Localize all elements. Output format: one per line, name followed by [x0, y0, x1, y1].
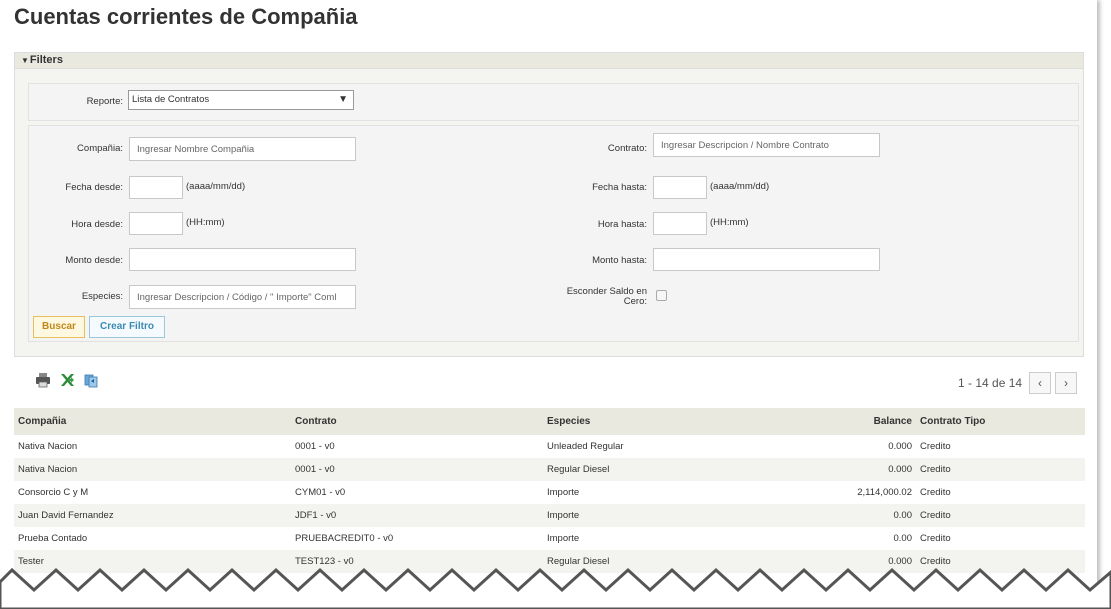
especies-label: Especies: [81, 291, 123, 302]
cell-contrato: CYM01 - v0 [295, 487, 346, 498]
cell-balance: 0.000 [799, 458, 916, 481]
cell-especies: Regular Diesel [543, 458, 799, 481]
pager-prev-button[interactable]: ‹ [1029, 372, 1051, 394]
cell-contrato-tipo: Credito [920, 441, 951, 452]
hora-desde-label: Hora desde: [71, 219, 123, 230]
monto-hasta-input[interactable] [653, 248, 880, 271]
column-header-compania[interactable]: Compañia [14, 408, 291, 435]
cell-balance: 0.00 [893, 533, 913, 544]
caret-down-icon: ▼ [21, 56, 29, 65]
cell-especies: Unleaded Regular [547, 441, 624, 452]
cell-compania: Consorcio C y M [18, 487, 89, 498]
cell-balance: 2,114,000.02 [857, 487, 912, 498]
hora-hasta-hint: (HH:mm) [710, 217, 749, 228]
cell-balance: 0.000 [888, 441, 912, 452]
contrato-input[interactable] [653, 133, 880, 157]
buscar-button[interactable]: Buscar [33, 316, 85, 338]
refresh-icon[interactable] [83, 372, 99, 388]
column-header-contrato[interactable]: Contrato [291, 408, 543, 435]
table-row[interactable]: Juan David Fernandez JDF1 - v0 Importe 0… [14, 504, 1085, 527]
cell-especies: Importe [543, 504, 799, 527]
reporte-label: Reporte: [86, 96, 123, 107]
column-header-especies[interactable]: Especies [543, 408, 799, 435]
fecha-desde-hint: (aaaa/mm/dd) [186, 181, 246, 192]
cell-contrato-tipo: Credito [920, 533, 951, 544]
fecha-desde-label: Fecha desde: [65, 182, 123, 193]
cell-compania: Nativa Nacion [18, 441, 78, 452]
page-title: Cuentas corrientes de Compañia [14, 4, 358, 29]
monto-hasta-label: Monto hasta: [592, 255, 647, 266]
table-row[interactable]: Prueba Contado PRUEBACREDIT0 - v0 Import… [14, 527, 1085, 550]
page: Cuentas corrientes de Compañia ▼Filters … [0, 0, 1097, 609]
cell-especies: Importe [547, 533, 580, 544]
hora-hasta-label: Hora hasta: [597, 219, 647, 230]
esconder-saldo-label-line2: Cero: [623, 296, 647, 307]
cell-contrato: 0001 - v0 [291, 458, 543, 481]
especies-input[interactable] [129, 285, 356, 309]
pager-next-button[interactable]: › [1055, 372, 1077, 394]
cell-contrato: PRUEBACREDIT0 - v0 [295, 533, 394, 544]
monto-desde-label: Monto desde: [65, 255, 123, 266]
esconder-saldo-label: Esconder Saldo en Cero: [540, 287, 647, 307]
monto-desde-input[interactable] [129, 248, 356, 271]
column-header-balance[interactable]: Balance [799, 408, 916, 435]
cell-contrato: 0001 - v0 [295, 441, 335, 452]
cell-compania: Nativa Nacion [14, 458, 291, 481]
fecha-hasta-label: Fecha hasta: [592, 182, 647, 193]
filters-toggle[interactable]: ▼Filters [15, 53, 1083, 69]
esconder-saldo-checkbox[interactable] [656, 290, 667, 301]
torn-edge-decoration [0, 567, 1111, 609]
accounts-table: Compañia Contrato Especies Balance Contr… [14, 408, 1085, 573]
reporte-select[interactable]: Lista de Contratos ▼ [128, 90, 354, 110]
cell-contrato-tipo: Credito [920, 487, 951, 498]
cell-compania: Juan David Fernandez [14, 504, 291, 527]
cell-compania: Prueba Contado [18, 533, 88, 544]
table-row[interactable]: Consorcio C y M CYM01 - v0 Importe 2,114… [14, 481, 1085, 504]
cell-contrato-tipo: Credito [916, 458, 1085, 481]
contrato-label: Contrato: [607, 143, 647, 154]
pager-summary: 1 - 14 de 14 [958, 376, 1023, 390]
excel-export-icon[interactable] [59, 372, 75, 388]
print-icon[interactable] [35, 372, 51, 388]
table-row[interactable]: Nativa Nacion 0001 - v0 Regular Diesel 0… [14, 458, 1085, 481]
dropdown-arrow-icon: ▼ [338, 94, 348, 105]
cell-contrato: JDF1 - v0 [291, 504, 543, 527]
cell-contrato-tipo: Credito [916, 504, 1085, 527]
table-row[interactable]: Nativa Nacion 0001 - v0 Unleaded Regular… [14, 435, 1085, 458]
fecha-desde-input[interactable] [129, 176, 183, 199]
column-header-contrato-tipo[interactable]: Contrato Tipo [916, 408, 1085, 435]
cell-balance: 0.00 [799, 504, 916, 527]
reporte-select-value: Lista de Contratos [132, 94, 210, 105]
hora-desde-input[interactable] [129, 212, 183, 235]
fecha-hasta-input[interactable] [653, 176, 707, 199]
hora-hasta-input[interactable] [653, 212, 707, 235]
fecha-hasta-hint: (aaaa/mm/dd) [710, 181, 770, 192]
compania-input[interactable] [129, 137, 356, 161]
compania-label: Compañia: [77, 143, 123, 154]
table-header-row: Compañia Contrato Especies Balance Contr… [14, 408, 1085, 435]
hora-desde-hint: (HH:mm) [186, 217, 225, 228]
crear-filtro-button[interactable]: Crear Filtro [89, 316, 165, 338]
filters-header-label: Filters [29, 54, 63, 66]
cell-especies: Importe [547, 487, 580, 498]
